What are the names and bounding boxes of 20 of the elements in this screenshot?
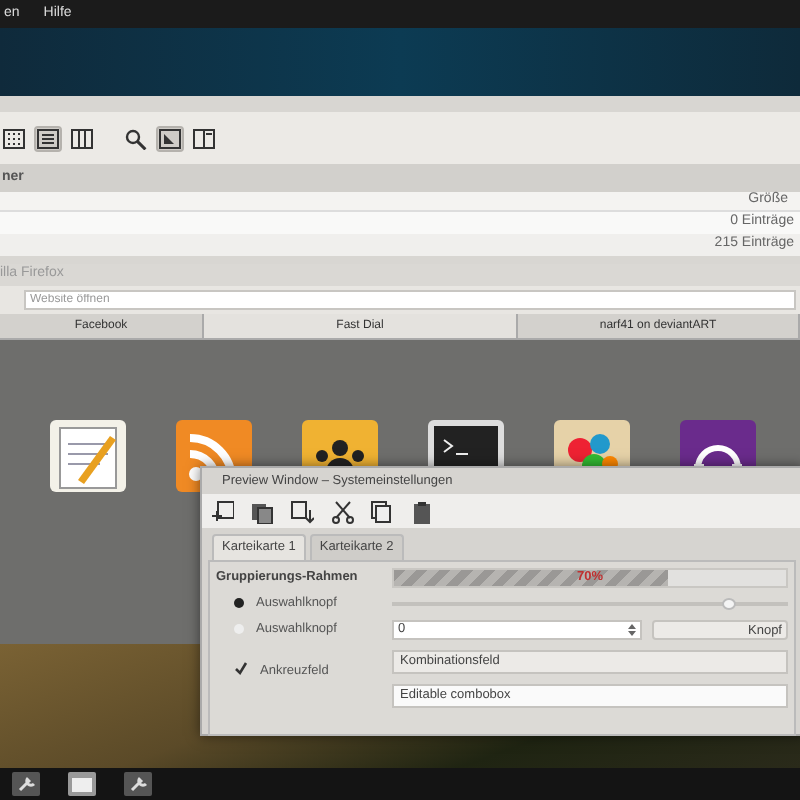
add-icon[interactable]: [210, 499, 234, 523]
slider[interactable]: [392, 597, 788, 610]
slider-thumb[interactable]: [722, 597, 737, 610]
column-view-icon[interactable]: [68, 125, 96, 151]
wrench-icon[interactable]: [12, 772, 40, 796]
notepad-icon[interactable]: [50, 420, 126, 492]
paste-icon[interactable]: [410, 499, 434, 523]
spin-arrows-icon[interactable]: [628, 623, 636, 636]
radio-button[interactable]: [234, 624, 244, 634]
search-icon[interactable]: [122, 125, 150, 151]
radio-button[interactable]: [234, 598, 244, 608]
copy-icon[interactable]: [370, 499, 394, 523]
icon-view-icon[interactable]: [0, 125, 28, 151]
wrench-icon[interactable]: [124, 772, 152, 796]
list-view-icon[interactable]: [34, 125, 62, 151]
cut-icon[interactable]: [330, 499, 354, 523]
export-icon[interactable]: [290, 499, 314, 523]
copy-icon[interactable]: [250, 499, 274, 523]
side-pane-icon[interactable]: [190, 125, 218, 151]
preview-pane-icon[interactable]: [156, 125, 184, 151]
